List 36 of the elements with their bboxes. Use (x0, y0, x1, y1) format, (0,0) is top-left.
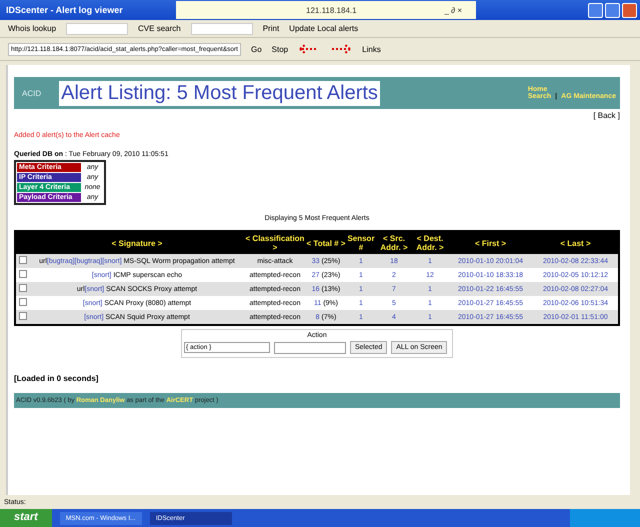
links-button[interactable]: Links (362, 44, 381, 54)
action-field[interactable] (274, 342, 346, 354)
column-header[interactable]: < Last > (533, 238, 618, 248)
row-checkbox[interactable] (19, 298, 27, 306)
window-title: IDScenter - Alert log viewer (6, 5, 124, 15)
close-button[interactable] (622, 2, 637, 18)
start-button[interactable]: start (0, 509, 52, 527)
column-header[interactable]: < Total # > (306, 238, 346, 248)
page-title: Alert Listing: 5 Most Frequent Alerts (59, 80, 380, 106)
forward-arrow-icon[interactable] (330, 42, 352, 56)
row-checkbox[interactable] (19, 256, 27, 264)
whois-field[interactable] (66, 22, 128, 34)
whois-button[interactable]: Whois lookup (8, 24, 56, 33)
load-time-text: [Loaded in 0 seconds] (14, 374, 100, 383)
update-button[interactable]: Update Local alerts (289, 24, 358, 33)
row-checkbox[interactable] (19, 284, 27, 292)
back-link[interactable]: [ Back ] (593, 111, 620, 120)
stop-button[interactable]: Stop (272, 44, 288, 54)
column-header[interactable]: < Signature > (30, 238, 244, 248)
column-header[interactable]: < Classification > (244, 234, 306, 252)
column-header[interactable]: < Dest. Addr. > (412, 234, 448, 252)
column-header[interactable]: < Src. Addr. > (376, 234, 412, 252)
cve-field[interactable] (190, 22, 253, 34)
column-header[interactable]: < First > (448, 238, 533, 248)
window-controls[interactable]: _ ∂ × (444, 6, 462, 14)
host-address: 121.118.184.1 (306, 6, 357, 14)
go-button[interactable]: Go (251, 44, 262, 54)
print-button[interactable]: Print (262, 24, 280, 33)
cve-button[interactable]: CVE search (138, 24, 181, 33)
row-checkbox[interactable] (19, 270, 27, 278)
system-tray (570, 509, 640, 527)
row-checkbox[interactable] (19, 312, 27, 320)
logo-text: ACID (22, 88, 42, 98)
column-header[interactable]: Sensor # (346, 234, 376, 252)
minimize-button[interactable] (588, 2, 603, 18)
maximize-button[interactable] (605, 2, 620, 18)
